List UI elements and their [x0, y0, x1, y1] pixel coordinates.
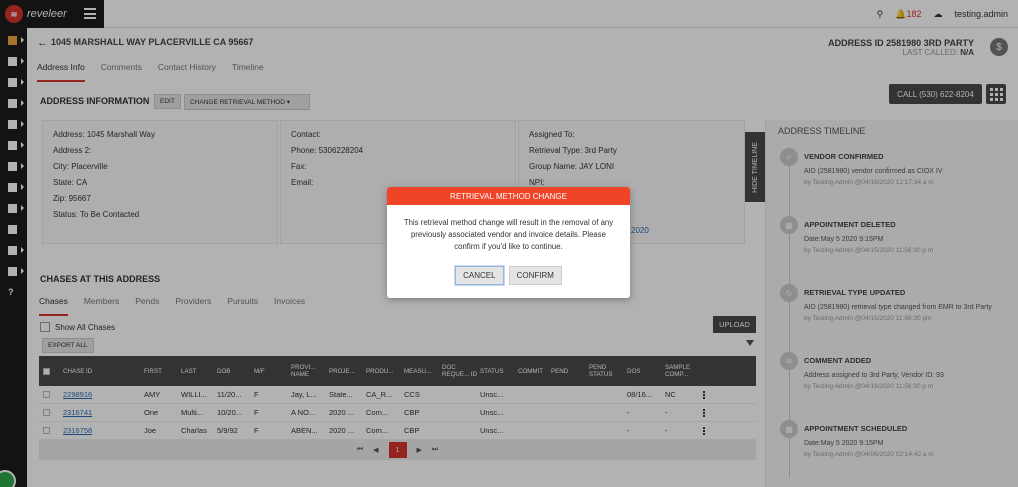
retrieval-method-change-modal: RETRIEVAL METHOD CHANGE This retrieval m…: [387, 187, 630, 298]
modal-title: RETRIEVAL METHOD CHANGE: [387, 187, 630, 205]
modal-actions: CANCEL CONFIRM: [387, 266, 630, 285]
confirm-button[interactable]: CONFIRM: [508, 266, 562, 285]
cancel-button[interactable]: CANCEL: [455, 266, 504, 285]
modal-message: This retrieval method change will result…: [403, 218, 614, 251]
